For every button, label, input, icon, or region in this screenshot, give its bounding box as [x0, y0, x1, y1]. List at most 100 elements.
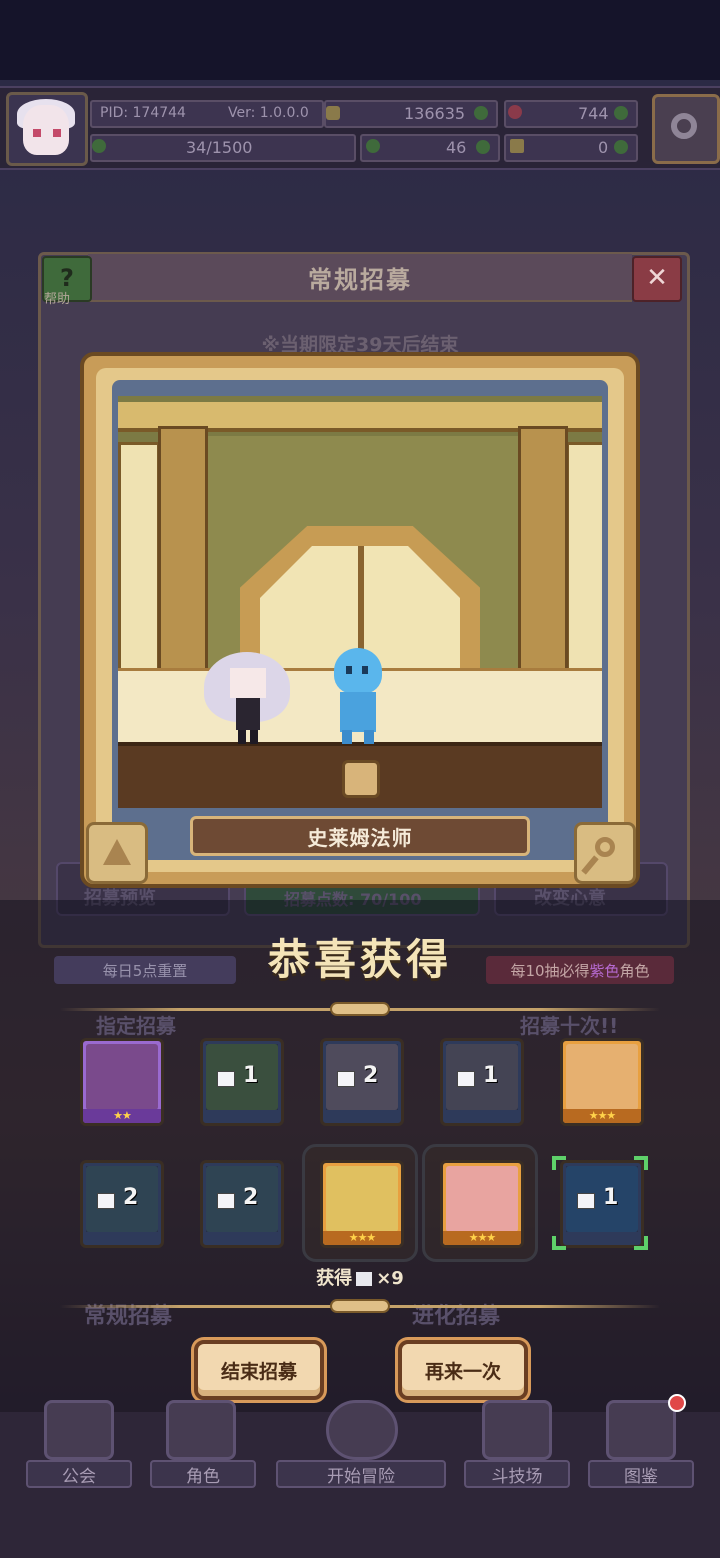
add-keys-icon[interactable] [614, 140, 628, 154]
shard-card[interactable]: 1 [560, 1160, 644, 1248]
card-portrait [446, 1166, 518, 1232]
gear-icon [671, 113, 697, 139]
character-scene [118, 396, 602, 808]
gold-box: 136635 [324, 100, 498, 128]
shard-icon [337, 1071, 355, 1087]
shard-count: 2 [123, 1185, 139, 1210]
codex-icon[interactable] [606, 1400, 676, 1460]
shard-card[interactable]: 1 [200, 1038, 284, 1126]
slime-leg [364, 730, 374, 744]
shard-count: 1 [243, 1063, 259, 1088]
congrats-headline: 恭喜获得 [267, 935, 452, 984]
clover-value: 46 [446, 138, 467, 157]
shard-icon [356, 1272, 373, 1286]
star-rating: ★★ [83, 1109, 161, 1123]
star-rating: ★★★ [443, 1231, 521, 1245]
slime-leg [342, 730, 352, 744]
slime-body [340, 692, 376, 732]
character-name-plate: 史莱姆法师 [190, 816, 530, 856]
avatar-face [23, 105, 69, 155]
nav-roles[interactable]: 角色 [150, 1460, 256, 1488]
star-rating: ★★★ [563, 1109, 641, 1123]
pid-text: PID: 174744 [100, 105, 186, 121]
shard-count: 2 [243, 1185, 259, 1210]
guild-icon[interactable] [44, 1400, 114, 1460]
character-card[interactable]: ★★★ [560, 1038, 644, 1126]
heroine-body [236, 698, 260, 730]
settings-button[interactable] [652, 94, 720, 164]
key-icon [510, 139, 524, 153]
shard-card[interactable]: 1 [440, 1038, 524, 1126]
player-avatar[interactable] [6, 92, 88, 166]
nav-guild[interactable]: 公会 [26, 1460, 132, 1488]
gold-value: 136635 [404, 104, 466, 123]
character-card[interactable]: ★★★ [320, 1160, 404, 1248]
gems-value: 744 [578, 104, 609, 123]
add-gold-icon[interactable] [474, 106, 488, 120]
ten-pull-ghost: 招募十次!! [520, 1014, 619, 1038]
keys-value: 0 [598, 138, 609, 157]
shard-icon [217, 1193, 235, 1209]
avatar-eye [53, 129, 61, 137]
selection-corner [634, 1236, 648, 1250]
shard-card[interactable]: 2 [320, 1038, 404, 1126]
roles-icon[interactable] [166, 1400, 236, 1460]
add-gems-icon[interactable] [614, 106, 628, 120]
version-text: Ver: 1.0.0.0 [228, 105, 309, 121]
skill-button[interactable] [574, 822, 636, 884]
slime-mage-sprite [326, 648, 392, 744]
key-stem [581, 855, 599, 875]
scene-screen-left [118, 442, 160, 698]
recruit-again-button[interactable]: 再来一次 [398, 1340, 528, 1400]
key-icon [595, 837, 615, 857]
character-card[interactable]: ★★★ [440, 1160, 524, 1248]
designate-ghost: 指定招募 [96, 1014, 176, 1038]
element-emblem-icon [342, 760, 380, 798]
shard-count: 1 [603, 1185, 619, 1210]
card-portrait [86, 1044, 158, 1110]
character-card[interactable]: ★★ [80, 1038, 164, 1126]
obtain-count: ×9 [376, 1268, 404, 1289]
arena-icon[interactable] [482, 1400, 552, 1460]
clover-icon [92, 139, 106, 153]
gems-box: 744 [504, 100, 638, 128]
heroine-leg [250, 730, 258, 744]
shard-icon [457, 1071, 475, 1087]
selection-corner [552, 1156, 566, 1170]
nav-codex[interactable]: 图鉴 [588, 1460, 694, 1488]
shard-card[interactable]: 2 [200, 1160, 284, 1248]
shard-icon [217, 1071, 235, 1087]
advanced-tab-ghost: 进化招募 [412, 1304, 501, 1329]
adventure-icon[interactable] [326, 1400, 398, 1460]
slime-eye [362, 666, 368, 674]
nav-arena[interactable]: 斗技场 [464, 1460, 570, 1488]
heroine-face [230, 668, 266, 698]
end-recruit-button[interactable]: 结束招募 [194, 1340, 324, 1400]
close-button[interactable]: ✕ [632, 256, 682, 302]
keys-box: 0 [504, 134, 638, 162]
stamina-bar: 34/1500 [90, 134, 356, 162]
clover-leaf-icon [366, 139, 380, 153]
heroine-sprite [204, 646, 290, 744]
heroine-leg [238, 730, 246, 744]
slime-eye [346, 666, 352, 674]
selection-corner [552, 1236, 566, 1250]
gold-coin-icon [326, 106, 340, 120]
shard-icon [577, 1193, 595, 1209]
add-clover-icon[interactable] [476, 140, 490, 154]
rarity-up-button[interactable] [86, 822, 148, 884]
shard-card[interactable]: 2 [80, 1160, 164, 1248]
regular-tab-ghost: 常规招募 [84, 1304, 173, 1329]
stamina-value: 34/1500 [186, 138, 253, 157]
obtain-summary: 获得 ×9 [0, 1264, 720, 1290]
slime-head [334, 648, 382, 694]
clover-box: 46 [360, 134, 500, 162]
help-label: 帮助 [44, 292, 71, 307]
nav-adventure[interactable]: 开始冒险 [276, 1460, 446, 1488]
divider-ornament [330, 1299, 390, 1313]
avatar-eye [33, 129, 41, 137]
panel-title: 常规招募 [88, 254, 632, 302]
card-portrait [566, 1044, 638, 1110]
shard-count: 1 [483, 1063, 499, 1088]
notification-badge [668, 1394, 686, 1412]
